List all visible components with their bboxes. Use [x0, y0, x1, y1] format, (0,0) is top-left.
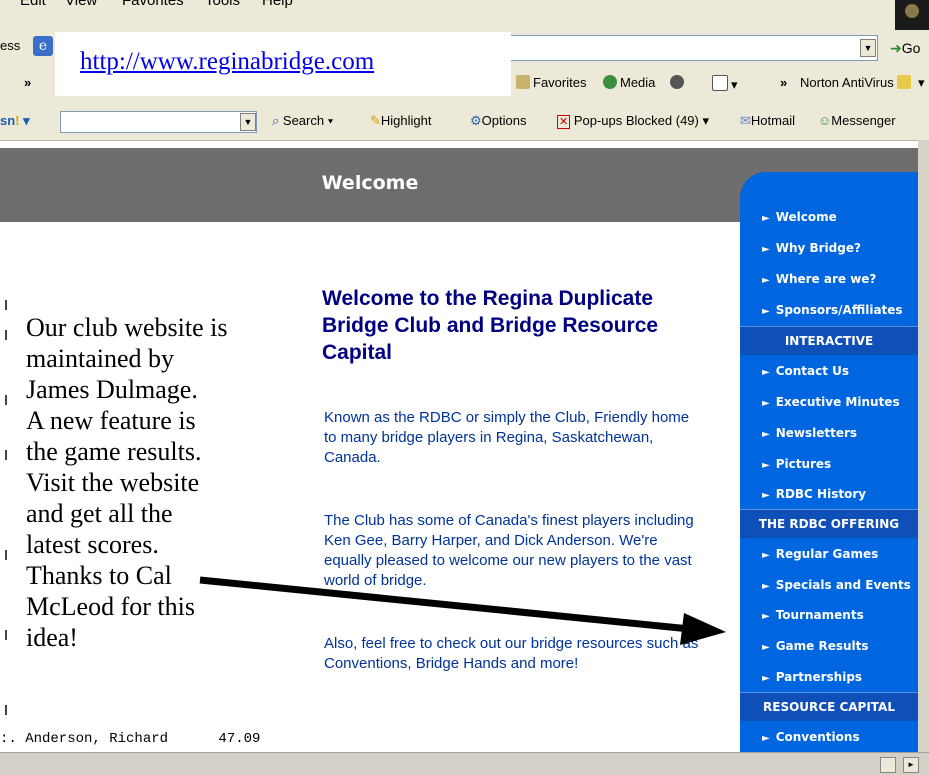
arrow-head	[680, 613, 726, 645]
arrow-shaft	[199, 576, 691, 633]
score-line: :. Anderson, Richard 47.09	[0, 731, 261, 747]
arrow-annotation	[199, 576, 726, 645]
status-bar: ►	[0, 752, 929, 775]
status-pane-icon	[880, 757, 896, 773]
scroll-right-icon[interactable]: ►	[903, 757, 919, 773]
